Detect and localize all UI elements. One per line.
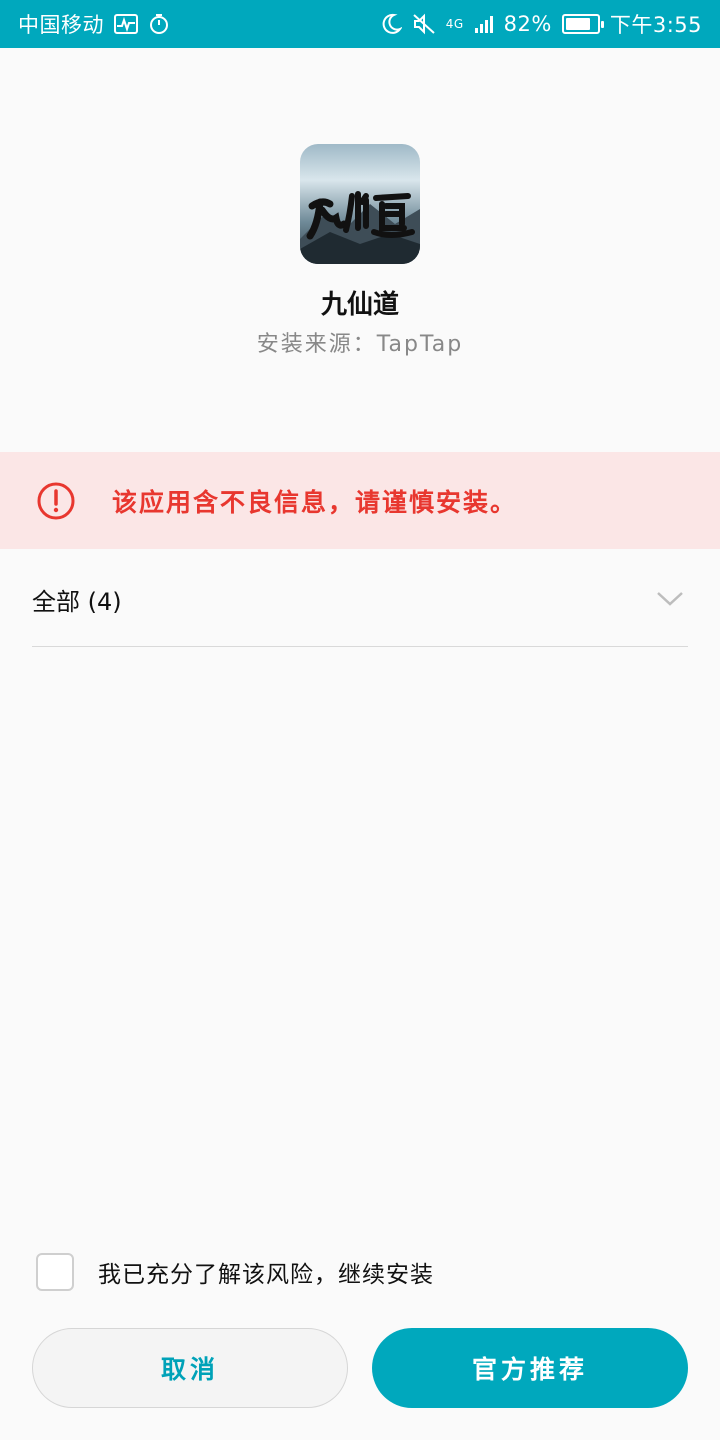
acknowledge-text[interactable]: 我已充分了解该风险，继续安装: [98, 1255, 434, 1289]
permission-filter-dropdown[interactable]: 全部 (4): [32, 552, 688, 647]
battery-percent: 82%: [503, 12, 552, 36]
calligraphy-logo-icon: [300, 191, 420, 264]
mute-icon: [412, 13, 436, 35]
carrier-label: 中国移动: [18, 13, 104, 37]
stopwatch-icon: [148, 13, 170, 35]
battery-level: [565, 18, 591, 30]
install-screen: 中国移动 4G 82% 下午3:55 九仙道 安装来源：TapTap 该应用含不…: [0, 0, 720, 1440]
filter-label: 全部 (4): [32, 587, 122, 616]
network-type: 4G: [445, 17, 464, 31]
do-not-disturb-moon-icon: [380, 13, 402, 35]
status-bar: 中国移动 4G 82% 下午3:55: [0, 0, 720, 48]
chevron-down-icon[interactable]: [656, 591, 684, 607]
risk-warning-banner: 该应用含不良信息，请谨慎安装。: [0, 452, 720, 549]
signal-bars-icon: [474, 14, 494, 34]
alert-circle-icon: [36, 481, 76, 521]
app-name: 九仙道: [320, 290, 399, 320]
warning-text: 该应用含不良信息，请谨慎安装。: [112, 487, 518, 517]
status-bar-right: 4G 82% 下午3:55: [380, 9, 702, 39]
activity-monitor-icon: [114, 14, 138, 34]
install-source: 安装来源：TapTap: [256, 332, 464, 357]
status-bar-left: 中国移动: [18, 9, 170, 39]
app-icon: [300, 144, 420, 264]
battery-icon: [561, 14, 604, 34]
acknowledge-checkbox[interactable]: [36, 1253, 74, 1291]
acknowledge-risk-row[interactable]: 我已充分了解该风险，继续安装: [36, 1252, 434, 1292]
cancel-button[interactable]: 取消: [32, 1328, 348, 1408]
official-recommend-button[interactable]: 官方推荐: [372, 1328, 688, 1408]
clock: 下午3:55: [609, 13, 702, 37]
